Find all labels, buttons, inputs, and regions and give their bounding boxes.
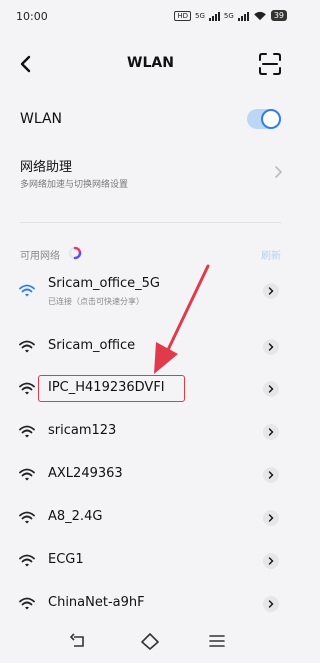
network-row-sricam123[interactable]: sricam123 — [0, 413, 301, 453]
network-details-button[interactable] — [263, 339, 279, 355]
status-bar: 10:00 HD 5G 5G 39 — [0, 0, 301, 32]
annotation-highlight-box — [38, 375, 185, 402]
battery-icon: 39 — [270, 10, 287, 21]
network-assistant-row[interactable]: 网络助理 多网络加速与切换网络设置 — [0, 150, 301, 200]
status-icons: HD 5G 5G 39 — [174, 10, 287, 21]
wifi-icon — [19, 340, 35, 353]
chevron-right-icon — [268, 287, 274, 295]
chevron-right-icon — [275, 166, 283, 178]
chevron-right-icon — [268, 471, 274, 479]
chevron-right-icon — [268, 385, 274, 393]
network-name: A8_2.4G — [48, 509, 103, 524]
network-name: Sricam_office_5G — [48, 276, 160, 291]
assistant-subtitle: 多网络加速与切换网络设置 — [20, 180, 129, 190]
title-bar: WLAN — [0, 44, 301, 84]
wifi-icon — [19, 597, 35, 610]
home-icon[interactable] — [139, 630, 161, 652]
network-tag-1: 5G — [195, 11, 205, 20]
network-name: AXL249363 — [48, 466, 123, 481]
network-details-button[interactable] — [263, 553, 279, 569]
scan-icon[interactable] — [257, 51, 283, 77]
back-nav-icon[interactable] — [68, 630, 90, 652]
wifi-icon — [19, 468, 35, 481]
hd-icon: HD — [174, 10, 192, 21]
wifi-icon — [19, 554, 35, 567]
chevron-right-icon — [268, 428, 274, 436]
network-row-chinanet-a9hf[interactable]: ChinaNet-a9hF — [0, 585, 301, 625]
network-name: ChinaNet-a9hF — [48, 595, 145, 610]
network-details-button[interactable] — [263, 424, 279, 440]
wlan-toggle[interactable] — [247, 109, 281, 129]
network-name: sricam123 — [48, 423, 117, 438]
network-details-button[interactable] — [263, 467, 279, 483]
network-details-button[interactable] — [263, 510, 279, 526]
signal-icon-2 — [237, 11, 249, 21]
toggle-knob — [261, 109, 281, 129]
network-name: ECG1 — [48, 552, 84, 567]
available-networks-label: 可用网络 — [20, 251, 60, 262]
network-details-button[interactable] — [263, 596, 279, 612]
network-row-a8-2-4g[interactable]: A8_2.4G — [0, 499, 301, 539]
wifi-icon — [19, 382, 35, 395]
chevron-right-icon — [268, 514, 274, 522]
network-name: Sricam_office — [48, 338, 136, 353]
network-status: 已连接（点击可快速分享） — [48, 297, 144, 306]
network-row-axl249363[interactable]: AXL249363 — [0, 456, 301, 496]
menu-icon[interactable] — [206, 630, 228, 652]
wifi-connected-icon — [19, 284, 35, 297]
refresh-button[interactable]: 刷新 — [261, 247, 281, 262]
signal-icon-1 — [208, 11, 220, 21]
network-tag-2: 5G — [223, 11, 234, 20]
wlan-toggle-row[interactable]: WLAN — [0, 100, 301, 140]
chevron-right-icon — [268, 600, 274, 608]
network-details-button[interactable] — [263, 381, 279, 397]
wifi-icon — [19, 511, 35, 524]
annotation-arrow-icon — [154, 264, 210, 374]
status-time: 10:00 — [16, 10, 48, 23]
divider — [20, 222, 281, 223]
network-details-button[interactable] — [263, 283, 279, 299]
chevron-right-icon — [268, 557, 274, 565]
loading-spinner-icon — [68, 246, 82, 260]
wlan-label: WLAN — [20, 111, 63, 127]
wifi-icon — [19, 425, 35, 438]
chevron-right-icon — [268, 343, 274, 351]
network-row-ecg1[interactable]: ECG1 — [0, 542, 301, 582]
assistant-title: 网络助理 — [20, 160, 73, 175]
navigation-bar — [0, 620, 301, 663]
wifi-status-icon — [253, 11, 266, 20]
page-title: WLAN — [127, 55, 174, 71]
